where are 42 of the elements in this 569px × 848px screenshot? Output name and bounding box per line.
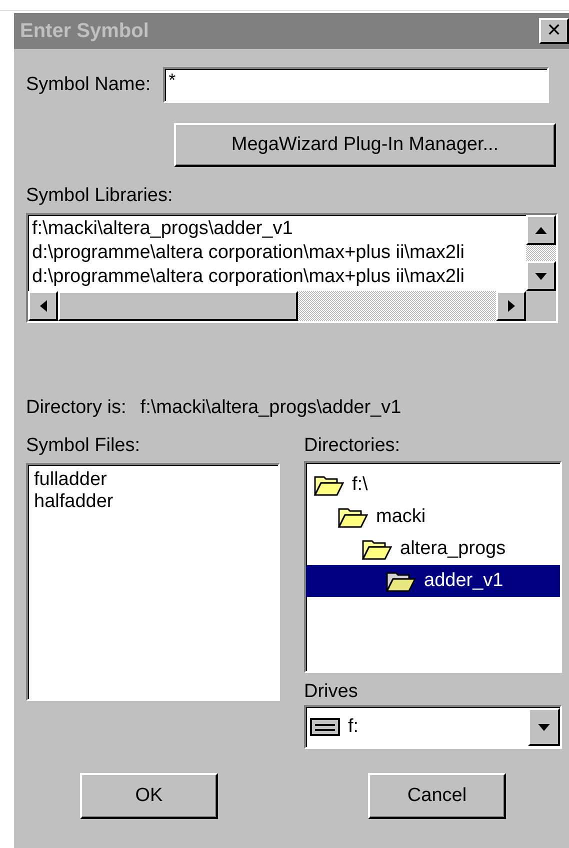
directory-item[interactable]: macki xyxy=(306,501,560,533)
symbol-name-field[interactable]: * xyxy=(162,67,549,103)
drive-dropdown[interactable]: f: xyxy=(304,705,562,749)
library-item[interactable]: d:\programme\altera corporation\max+plus ii\max2li xyxy=(32,265,522,289)
file-list[interactable]: fulladder halfadder xyxy=(26,463,280,701)
scroll-down-button[interactable] xyxy=(526,261,556,291)
dialog-button[interactable]: Cancel xyxy=(368,773,506,819)
down-arrow-icon xyxy=(535,272,547,280)
directory-item[interactable]: adder_v1 xyxy=(306,565,560,597)
directory-label: Directory is: xyxy=(26,397,126,419)
directory-item[interactable]: altera_progs xyxy=(306,533,560,565)
close-button[interactable]: ✕ xyxy=(539,18,569,44)
scrollbar-corner xyxy=(526,291,556,321)
drive-icon xyxy=(310,718,340,736)
directory-path: f:\macki\altera_progs\adder_v1 xyxy=(140,397,402,419)
megawizard-button[interactable]: MegaWizard Plug-In Manager... xyxy=(174,123,556,167)
dialog-button[interactable]: OK xyxy=(80,773,218,819)
up-arrow-icon xyxy=(535,226,547,234)
window-title: Enter Symbol xyxy=(20,20,149,42)
left-arrow-icon xyxy=(40,300,46,312)
open-folder-icon xyxy=(314,474,344,496)
scroll-up-button[interactable] xyxy=(526,215,556,245)
scroll-left-button[interactable] xyxy=(28,291,58,321)
directory-item[interactable]: f:\ xyxy=(306,469,560,501)
library-list[interactable]: f:\macki\altera_progs\adder_v1 d:\programme\altera corporation\max+plus ii\max2li d:\programme\altera corporation\max+plus ii\max2li xyxy=(26,213,558,323)
library-item[interactable]: d:\programme\altera corporation\max+plus ii\max2li xyxy=(32,241,522,265)
section-label: Symbol Libraries: xyxy=(26,185,174,207)
scroll-right-button[interactable] xyxy=(496,291,526,321)
directory-list[interactable]: f:\ macki altera_progs adder_v1 xyxy=(304,461,562,673)
library-item[interactable]: f:\macki\altera_progs\adder_v1 xyxy=(32,217,522,241)
open-folder-icon xyxy=(386,570,416,592)
open-folder-icon xyxy=(338,506,368,528)
open-folder-icon xyxy=(362,538,392,560)
field-label: Symbol Name: xyxy=(26,74,151,96)
file-item[interactable]: halfadder xyxy=(32,491,116,513)
file-item[interactable]: fulladder xyxy=(32,469,109,491)
section-label: Symbol Files: xyxy=(26,435,142,457)
right-arrow-icon xyxy=(508,300,514,312)
scroll-track[interactable] xyxy=(526,245,556,261)
section-label: Directories: xyxy=(304,435,402,457)
section-label: Drives xyxy=(304,681,359,703)
scroll-thumb[interactable] xyxy=(58,291,298,321)
